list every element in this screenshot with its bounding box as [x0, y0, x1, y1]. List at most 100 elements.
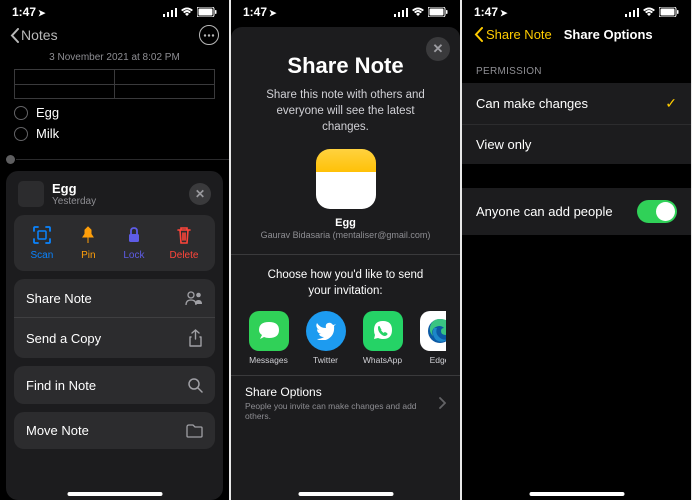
checklist-label: Milk [36, 126, 59, 141]
move-label: Move Note [26, 423, 89, 438]
home-indicator[interactable] [67, 492, 162, 496]
close-button[interactable]: ✕ [426, 37, 450, 61]
edge-icon [420, 311, 447, 351]
back-label: Share Note [486, 27, 552, 42]
choose-prompt: Choose how you'd like to send your invit… [245, 255, 446, 311]
view-only-row[interactable]: View only [462, 124, 691, 164]
action-sheet: Egg Yesterday ✕ Scan Pin Lock Delete [6, 171, 223, 500]
quick-actions: Scan Pin Lock Delete [14, 215, 215, 271]
signal-icon [394, 7, 408, 17]
collaborate-icon [185, 290, 203, 306]
status-time: 1:47 [12, 5, 36, 19]
battery-icon [659, 7, 679, 17]
anyone-can-add-row[interactable]: Anyone can add people [462, 188, 691, 235]
wifi-icon [180, 7, 194, 17]
share-note-label: Share Note [26, 291, 92, 306]
share-icon [188, 329, 203, 347]
signal-icon [625, 7, 639, 17]
chevron-right-icon [439, 397, 446, 409]
scrubber[interactable] [0, 158, 229, 161]
share-apps-row[interactable]: Messages Twitter WhatsApp [245, 311, 446, 375]
location-icon [269, 5, 277, 19]
battery-icon [428, 7, 448, 17]
share-options-title: Share Options [245, 385, 439, 399]
screen-share-note: 1:47 ✕ Share Note Share this note with o… [231, 0, 460, 500]
checklist-item[interactable]: Milk [0, 123, 229, 144]
home-indicator[interactable] [529, 492, 624, 496]
scan-button[interactable]: Scan [31, 225, 54, 261]
note-timestamp: 3 November 2021 at 8:02 PM [0, 49, 229, 66]
wifi-icon [642, 7, 656, 17]
send-copy-label: Send a Copy [26, 331, 101, 346]
app-edge[interactable]: Edge [416, 311, 446, 365]
twitter-icon [306, 311, 346, 351]
status-bar: 1:47 [231, 0, 460, 21]
sheet-title: Egg [52, 181, 96, 196]
delete-button[interactable]: Delete [170, 225, 199, 261]
share-sheet: ✕ Share Note Share this note with others… [231, 27, 460, 500]
messages-icon [249, 311, 289, 351]
home-indicator[interactable] [298, 492, 393, 496]
row-label: View only [476, 137, 531, 152]
nav-bar: Notes [0, 21, 229, 49]
row-label: Anyone can add people [476, 204, 613, 219]
share-note-row[interactable]: Share Note [14, 279, 215, 317]
delete-label: Delete [170, 250, 199, 261]
pin-label: Pin [81, 250, 95, 261]
nav-bar: Share Note Share Options [462, 21, 691, 48]
find-in-note-row[interactable]: Find in Note [14, 366, 215, 404]
status-bar: 1:47 [462, 0, 691, 21]
status-time: 1:47 [474, 5, 498, 19]
search-icon [187, 377, 203, 393]
checkbox-icon[interactable] [14, 127, 28, 141]
find-label: Find in Note [26, 378, 96, 393]
share-options-row[interactable]: Share Options People you invite can make… [245, 375, 446, 431]
sheet-title: Share Note [245, 27, 446, 87]
checklist-item[interactable]: Egg [0, 102, 229, 123]
app-label: WhatsApp [363, 355, 402, 365]
send-copy-row[interactable]: Send a Copy [14, 317, 215, 358]
status-time: 1:47 [243, 5, 267, 19]
note-thumbnail [18, 181, 44, 207]
sheet-description: Share this note with others and everyone… [245, 87, 446, 145]
folder-icon [186, 424, 203, 438]
signal-icon [163, 7, 177, 17]
status-bar: 1:47 [0, 0, 229, 21]
app-label: Messages [249, 355, 288, 365]
move-note-row[interactable]: Move Note [14, 412, 215, 449]
pin-button[interactable]: Pin [78, 225, 98, 261]
checklist-label: Egg [36, 105, 59, 120]
share-options-subtitle: People you invite can make changes and a… [245, 399, 439, 421]
checkmark-icon: ✓ [665, 95, 677, 112]
close-button[interactable]: ✕ [189, 183, 211, 205]
notes-app-icon [316, 149, 376, 209]
location-icon [500, 5, 508, 19]
back-button[interactable]: Notes [10, 27, 58, 43]
can-make-changes-row[interactable]: Can make changes ✓ [462, 83, 691, 124]
page-title: Share Options [564, 27, 653, 42]
permission-group: Can make changes ✓ View only [462, 83, 691, 164]
app-whatsapp[interactable]: WhatsApp [359, 311, 406, 365]
whatsapp-icon [363, 311, 403, 351]
screen-notes-app: 1:47 Notes 3 November 2021 at 8:02 PM [0, 0, 229, 500]
screen-share-options: 1:47 Share Note Share Options PERMISSION… [462, 0, 691, 500]
row-label: Can make changes [476, 96, 588, 111]
note-table[interactable] [14, 69, 215, 99]
app-messages[interactable]: Messages [245, 311, 292, 365]
back-label: Notes [21, 27, 58, 43]
back-button[interactable]: Share Note [474, 27, 552, 42]
more-button[interactable] [199, 25, 219, 45]
lock-button[interactable]: Lock [123, 225, 144, 261]
app-label: Twitter [313, 355, 338, 365]
toggle-switch[interactable] [637, 200, 677, 223]
note-owner: Gaurav Bidasaria (mentaliser@gmail.com) [245, 229, 446, 254]
lock-label: Lock [123, 250, 144, 261]
app-twitter[interactable]: Twitter [302, 311, 349, 365]
note-name: Egg [245, 217, 446, 229]
anyone-add-group: Anyone can add people [462, 188, 691, 235]
wifi-icon [411, 7, 425, 17]
location-icon [38, 5, 46, 19]
scan-label: Scan [31, 250, 54, 261]
sheet-subtitle: Yesterday [52, 196, 96, 207]
checkbox-icon[interactable] [14, 106, 28, 120]
